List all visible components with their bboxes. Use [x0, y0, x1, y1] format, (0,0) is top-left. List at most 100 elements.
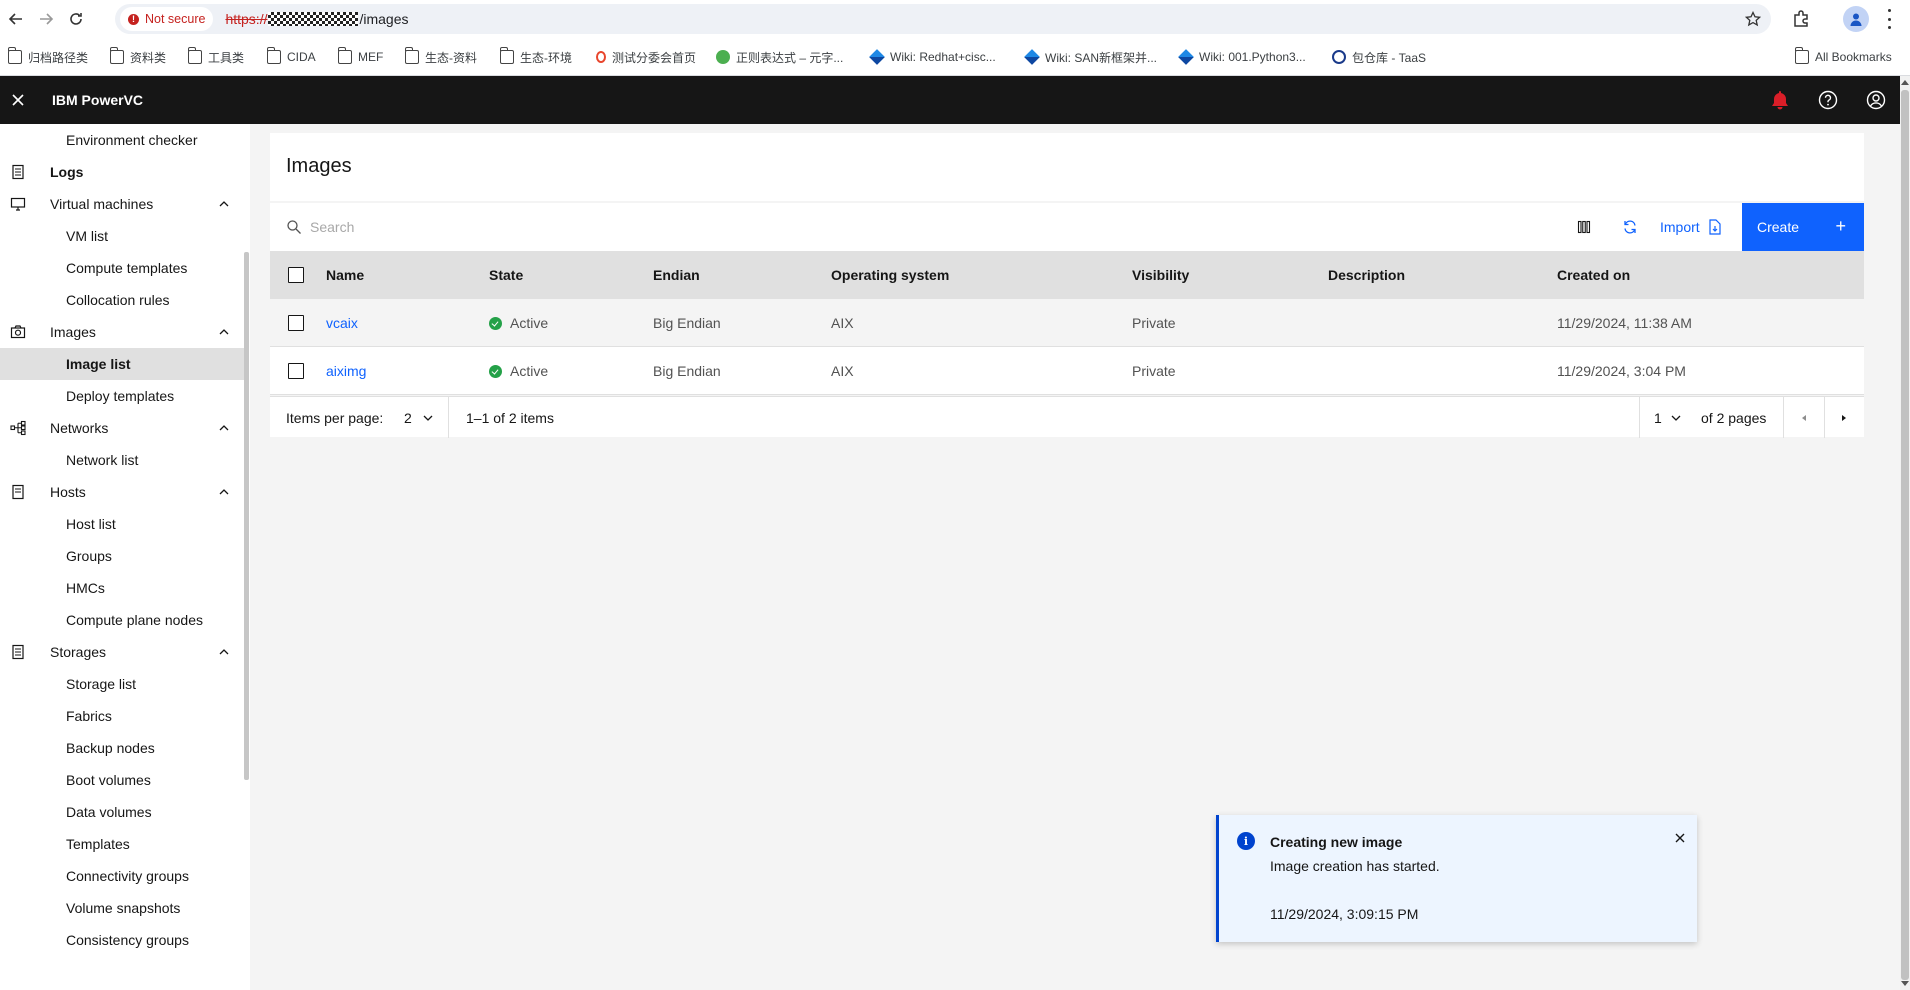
- image-name-link[interactable]: aiximg: [326, 347, 366, 395]
- sidebar-item-consistency-groups[interactable]: Consistency groups: [0, 924, 244, 956]
- sidebar-item-deploy-templates[interactable]: Deploy templates: [0, 380, 244, 412]
- bookmark-star-icon[interactable]: [1745, 11, 1761, 27]
- bookmark-item[interactable]: MEF: [338, 47, 383, 66]
- table-row[interactable]: vcaix Active Big Endian AIX Private 11/2…: [270, 299, 1864, 347]
- column-header-state[interactable]: State: [489, 251, 523, 299]
- sidebar-item-networks[interactable]: Networks: [0, 412, 244, 444]
- folder-icon: [267, 47, 281, 64]
- items-per-page-select[interactable]: 2: [404, 397, 434, 438]
- network-icon: [10, 420, 26, 436]
- sidebar-item-image-list[interactable]: Image list: [0, 348, 244, 380]
- bookmark-item[interactable]: 工具类: [188, 47, 244, 66]
- sidebar-item-compute-templates[interactable]: Compute templates: [0, 252, 244, 284]
- close-menu-icon[interactable]: [0, 76, 36, 124]
- site-icon: [1332, 50, 1346, 64]
- table-header: Name State Endian Operating system Visib…: [270, 251, 1864, 299]
- user-account-icon[interactable]: [1852, 76, 1900, 124]
- forward-icon[interactable]: [34, 7, 58, 31]
- notification-bell-icon[interactable]: [1756, 76, 1804, 124]
- sidebar-item-data-volumes[interactable]: Data volumes: [0, 796, 244, 828]
- create-button[interactable]: Create +: [1742, 203, 1864, 251]
- app-title[interactable]: IBM PowerVC: [52, 92, 143, 108]
- bookmark-item[interactable]: Wiki: 001.Python3...: [1178, 48, 1306, 66]
- chevron-up-icon: [219, 489, 229, 495]
- sidebar-item-images[interactable]: Images: [0, 316, 244, 348]
- items-per-page-label: Items per page:: [286, 409, 384, 426]
- search-input[interactable]: [310, 203, 1310, 251]
- side-navigation: Environment checker Logs Virtual machine…: [0, 124, 250, 990]
- security-chip[interactable]: ! Not secure: [120, 7, 214, 31]
- sidebar-item-storages[interactable]: Storages: [0, 636, 244, 668]
- reload-icon[interactable]: [64, 7, 88, 31]
- bookmark-item[interactable]: 包仓库 - TaaS: [1332, 48, 1426, 66]
- sidebar-item-network-list[interactable]: Network list: [0, 444, 244, 476]
- image-name-link[interactable]: vcaix: [326, 299, 358, 347]
- wiki-icon: [1178, 49, 1194, 65]
- sidebar-item-hosts[interactable]: Hosts: [0, 476, 244, 508]
- extensions-icon[interactable]: [1792, 9, 1810, 27]
- sidebar-scrollbar[interactable]: [244, 252, 249, 780]
- chevron-up-icon: [219, 201, 229, 207]
- bookmark-item[interactable]: 生态-环境: [500, 47, 572, 66]
- bookmark-item[interactable]: 测试分委会首页: [596, 48, 696, 66]
- row-checkbox[interactable]: [288, 363, 304, 379]
- page-select[interactable]: 1: [1654, 397, 1682, 438]
- import-button[interactable]: Import: [1646, 203, 1736, 251]
- bookmark-item[interactable]: Wiki: Redhat+cisc...: [869, 48, 996, 66]
- column-header-endian[interactable]: Endian: [653, 251, 700, 299]
- row-checkbox[interactable]: [288, 315, 304, 331]
- visibility-cell: Private: [1132, 315, 1176, 331]
- sidebar-item-logs[interactable]: Logs: [0, 156, 244, 188]
- bookmark-item[interactable]: CIDA: [267, 47, 316, 66]
- site-icon: [596, 51, 606, 63]
- import-document-icon: [1709, 219, 1721, 235]
- sidebar-item-connectivity-groups[interactable]: Connectivity groups: [0, 860, 244, 892]
- table-row[interactable]: aiximg Active Big Endian AIX Private 11/…: [270, 347, 1864, 395]
- security-label: Not secure: [145, 12, 206, 26]
- page-scrollbar[interactable]: [1900, 76, 1910, 990]
- bookmark-item[interactable]: 生态-资料: [405, 47, 477, 66]
- address-bar[interactable]: ! Not secure https:// /images: [115, 4, 1771, 34]
- column-header-created-on[interactable]: Created on: [1557, 251, 1630, 299]
- select-all-checkbox[interactable]: [288, 267, 304, 283]
- profile-avatar-icon[interactable]: [1843, 6, 1869, 32]
- column-header-os[interactable]: Operating system: [831, 251, 949, 299]
- bookmark-item[interactable]: 资料类: [110, 47, 166, 66]
- bookmark-item[interactable]: 归档路径类: [8, 47, 88, 66]
- sidebar-item-collocation-rules[interactable]: Collocation rules: [0, 284, 244, 316]
- sidebar-item-backup-nodes[interactable]: Backup nodes: [0, 732, 244, 764]
- all-bookmarks[interactable]: All Bookmarks: [1795, 47, 1892, 66]
- folder-icon: [500, 47, 514, 64]
- site-icon: [716, 50, 730, 64]
- previous-page-button[interactable]: [1784, 397, 1824, 438]
- camera-icon: [10, 325, 26, 339]
- sidebar-item-hmcs[interactable]: HMCs: [0, 572, 244, 604]
- sidebar-item-templates[interactable]: Templates: [0, 828, 244, 860]
- sidebar-item-boot-volumes[interactable]: Boot volumes: [0, 764, 244, 796]
- next-page-button[interactable]: [1824, 397, 1864, 438]
- url-text[interactable]: https:// /images: [225, 11, 408, 27]
- column-header-name[interactable]: Name: [326, 251, 364, 299]
- column-header-description[interactable]: Description: [1328, 251, 1405, 299]
- bookmark-item[interactable]: Wiki: SAN新框架并...: [1024, 48, 1157, 66]
- chevron-up-icon: [219, 329, 229, 335]
- sidebar-item-storage-list[interactable]: Storage list: [0, 668, 244, 700]
- column-settings-icon[interactable]: [1560, 203, 1608, 251]
- sidebar-item-fabrics[interactable]: Fabrics: [0, 700, 244, 732]
- bookmark-item[interactable]: 正则表达式 – 元字...: [716, 48, 843, 66]
- sidebar-item-virtual-machines[interactable]: Virtual machines: [0, 188, 244, 220]
- folder-icon: [8, 47, 22, 64]
- help-icon[interactable]: [1804, 76, 1852, 124]
- host-icon: [12, 484, 24, 500]
- sidebar-item-vm-list[interactable]: VM list: [0, 220, 244, 252]
- sidebar-item-volume-snapshots[interactable]: Volume snapshots: [0, 892, 244, 924]
- sidebar-item-environment-checker[interactable]: Environment checker: [0, 124, 244, 156]
- column-header-visibility[interactable]: Visibility: [1132, 251, 1189, 299]
- sidebar-item-host-list[interactable]: Host list: [0, 508, 244, 540]
- back-icon[interactable]: [4, 7, 28, 31]
- browser-menu-icon[interactable]: [1886, 9, 1892, 29]
- sidebar-item-compute-plane-nodes[interactable]: Compute plane nodes: [0, 604, 244, 636]
- close-icon[interactable]: [1671, 829, 1689, 847]
- os-cell: AIX: [831, 363, 854, 379]
- sidebar-item-groups[interactable]: Groups: [0, 540, 244, 572]
